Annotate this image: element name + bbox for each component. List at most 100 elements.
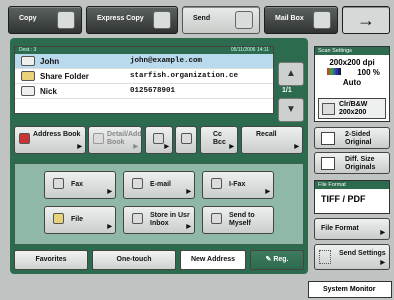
fax-button[interactable]: Fax ▶ — [44, 171, 116, 199]
file-format-button[interactable]: File Format ▶ — [314, 218, 390, 240]
arrow-down-icon: ▼ — [286, 104, 296, 115]
express-copy-icon — [153, 11, 171, 29]
next-tab-button[interactable]: → — [342, 6, 390, 34]
tab-copy-label: Copy — [19, 15, 37, 22]
cc-bcc-label: Cc Bcc — [213, 131, 226, 146]
send-myself-label: Send to Myself — [229, 212, 255, 227]
new-address-label: New Address — [190, 256, 236, 263]
detail-add-book-button[interactable]: Detail/Add Book ▶ — [88, 126, 142, 154]
favorites-label: Favorites — [35, 256, 67, 263]
arrow-icon: ▶ — [133, 144, 138, 150]
scroll-down-button[interactable]: ▼ — [278, 98, 304, 122]
send-settings-label: Send Settings — [339, 250, 386, 257]
color-mode-button[interactable]: Clr/B&W 200x200 — [318, 98, 386, 119]
ifax-icon — [211, 178, 222, 189]
folder-icon — [21, 71, 35, 81]
register-button[interactable]: ✎ Reg. — [250, 250, 304, 270]
tab-copy[interactable]: Copy — [8, 6, 82, 34]
address-book-icon — [19, 133, 30, 144]
file-format-header: File Format — [315, 181, 389, 189]
arrow-icon: ▶ — [164, 144, 169, 150]
arrow-icon: ▶ — [107, 189, 112, 195]
tab-send[interactable]: Send — [182, 6, 260, 34]
recall-button[interactable]: Recall ▶ — [241, 126, 303, 154]
tab-favorites[interactable]: Favorites — [14, 250, 88, 270]
email-button[interactable]: E-mail ▶ — [123, 171, 195, 199]
file-format-value: TIFF / PDF — [321, 194, 366, 204]
ifax-button[interactable]: I-Fax ▶ — [202, 171, 274, 199]
email-label: E-mail — [150, 181, 172, 188]
fax-icon — [21, 86, 35, 96]
arrow-icon: ▶ — [107, 224, 112, 230]
diff-size-button[interactable]: Diff. Size Originals — [314, 152, 390, 174]
tab-express-copy[interactable]: Express Copy — [86, 6, 178, 34]
file-format-btn-label: File Format — [321, 225, 359, 232]
dest-name: Nick — [40, 86, 57, 96]
arrow-icon: ▶ — [229, 144, 234, 150]
list-item[interactable]: Nick 0125678901 — [15, 84, 273, 99]
scale-row: 100 % — [315, 68, 389, 77]
control-panel: Copy Express Copy Send Mail Box → Dest.:… — [0, 0, 394, 300]
file-button[interactable]: File ▶ — [44, 206, 116, 234]
destination-header: Dest.: 3 05/11/2006 14:11 — [15, 47, 273, 54]
delete-button[interactable] — [175, 126, 197, 154]
color-mode-icon — [322, 103, 335, 115]
list-item[interactable]: John john@example.com — [15, 54, 273, 69]
cc-bcc-button[interactable]: Cc Bcc ▶ — [200, 126, 238, 154]
mailbox-icon — [313, 11, 331, 29]
dest-name: John — [40, 56, 60, 66]
tab-new-address[interactable]: New Address — [180, 250, 246, 270]
edit-button[interactable]: ▶ — [145, 126, 173, 154]
dest-value: 0125678901 — [130, 87, 176, 95]
scan-settings-panel: Scan Settings 200x200 dpi 100 % Auto Clr… — [314, 46, 390, 122]
inbox-icon — [132, 213, 143, 224]
list-item[interactable]: Share Folder starfish.organization.ce — [15, 69, 273, 84]
scroll-up-button[interactable]: ▲ — [278, 62, 304, 86]
resolution-value: 200x200 dpi — [329, 58, 375, 67]
tab-mail-box[interactable]: Mail Box — [264, 6, 338, 34]
arrow-icon: ▶ — [186, 189, 191, 195]
file-label: File — [71, 216, 84, 223]
send-icon — [235, 11, 253, 29]
scale-value: 100 % — [357, 68, 380, 77]
email-icon — [21, 56, 35, 66]
two-sided-label: 2-Sided Original — [345, 131, 372, 146]
copy-icon — [57, 11, 75, 29]
arrow-icon: ▶ — [265, 189, 270, 195]
store-in-inbox-button[interactable]: Store in Usr Inbox ▶ — [123, 206, 195, 234]
address-book-button[interactable]: Address Book ▶ — [14, 126, 86, 154]
recall-label: Recall — [256, 131, 277, 138]
system-monitor-label: System Monitor — [323, 286, 376, 293]
arrow-icon: ▶ — [380, 230, 385, 236]
mode-value: Auto — [342, 78, 362, 87]
trash-icon — [181, 133, 192, 144]
scan-settings-header: Scan Settings — [315, 47, 389, 55]
email-icon — [132, 178, 143, 189]
store-inbox-label: Store in Usr Inbox — [150, 212, 190, 227]
page-indicator: 1/1 — [282, 87, 292, 94]
tab-mail-box-label: Mail Box — [275, 15, 304, 22]
arrow-icon: ▶ — [77, 144, 82, 150]
edit-icon — [153, 133, 164, 144]
arrow-right-icon: → — [357, 10, 375, 30]
file-format-panel: File Format TIFF / PDF — [314, 180, 390, 214]
send-to-myself-button[interactable]: Send to Myself — [202, 206, 274, 234]
arrow-icon: ▶ — [294, 144, 299, 150]
fax-icon — [53, 178, 64, 189]
send-settings-button[interactable]: Send Settings ▶ — [314, 244, 390, 270]
diff-size-label: Diff. Size Originals — [345, 156, 376, 171]
two-sided-icon — [321, 132, 335, 145]
tab-one-touch[interactable]: One-touch — [92, 250, 176, 270]
system-monitor-button[interactable]: System Monitor — [308, 281, 392, 298]
dest-value: starfish.organization.ce — [130, 72, 239, 80]
send-myself-icon — [211, 213, 222, 224]
reg-label: Reg. — [273, 256, 289, 263]
color-swatch-icon — [327, 68, 341, 75]
dest-name: Share Folder — [40, 71, 89, 81]
destination-list: Dest.: 3 05/11/2006 14:11 John john@exam… — [14, 46, 274, 114]
arrow-icon: ▶ — [380, 260, 385, 266]
settings-icon — [319, 250, 331, 264]
two-sided-button[interactable]: 2-Sided Original — [314, 127, 390, 149]
dest-value: john@example.com — [130, 57, 203, 65]
dest-count: Dest.: 3 — [19, 47, 37, 53]
